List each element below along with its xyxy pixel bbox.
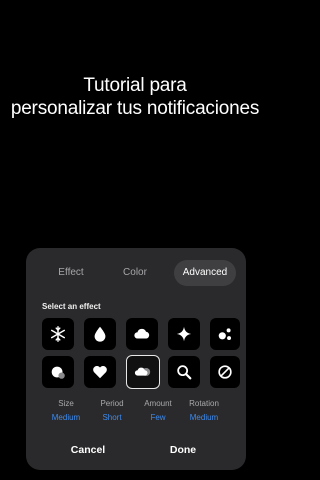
effect-cloud-pair[interactable]: [126, 355, 160, 389]
title-line-2: personalizar tus notificaciones: [10, 98, 260, 119]
drop-icon: [94, 326, 106, 342]
tab-effect[interactable]: Effect: [40, 260, 102, 286]
effect-heart[interactable]: [84, 356, 116, 388]
select-effect-label: Select an effect: [42, 302, 101, 311]
effect-settings-sheet: Effect Color Advanced Select an effect S…: [26, 248, 246, 470]
heart-icon: [93, 365, 107, 379]
snowflake-icon: [50, 326, 66, 342]
tab-advanced[interactable]: Advanced: [174, 260, 236, 286]
done-button[interactable]: Done: [143, 440, 223, 460]
effect-drop[interactable]: [84, 318, 116, 350]
bubbles-icon: [51, 366, 65, 379]
param-period-label: Period: [100, 399, 124, 408]
param-amount-label: Amount: [144, 399, 172, 408]
effect-sparkle[interactable]: [168, 318, 200, 350]
dots-icon: [218, 328, 232, 341]
effect-cloud[interactable]: [126, 318, 158, 350]
param-amount-value[interactable]: Few: [136, 413, 180, 422]
tab-bar: Effect Color Advanced: [34, 260, 238, 286]
tutorial-title: Tutorial para personalizar tus notificac…: [0, 74, 270, 120]
param-size-label: Size: [58, 399, 74, 408]
tab-color[interactable]: Color: [104, 260, 166, 286]
param-rotation-value[interactable]: Medium: [182, 413, 226, 422]
effect-snowflake[interactable]: [42, 318, 74, 350]
magnifier-icon: [177, 365, 192, 380]
param-rotation-label: Rotation: [189, 399, 219, 408]
effect-magnifier[interactable]: [168, 356, 200, 388]
param-period-value[interactable]: Short: [90, 413, 134, 422]
effect-dots[interactable]: [210, 318, 240, 350]
effect-none[interactable]: [210, 356, 240, 388]
cancel-button[interactable]: Cancel: [48, 440, 128, 460]
cloud-icon: [134, 328, 150, 339]
title-line-1: Tutorial para: [83, 75, 187, 96]
cloud-pair-icon: [134, 367, 151, 377]
sparkle-icon: [176, 326, 192, 342]
effect-bubbles[interactable]: [42, 356, 74, 388]
param-size-value[interactable]: Medium: [44, 413, 88, 422]
none-icon: [218, 365, 232, 379]
